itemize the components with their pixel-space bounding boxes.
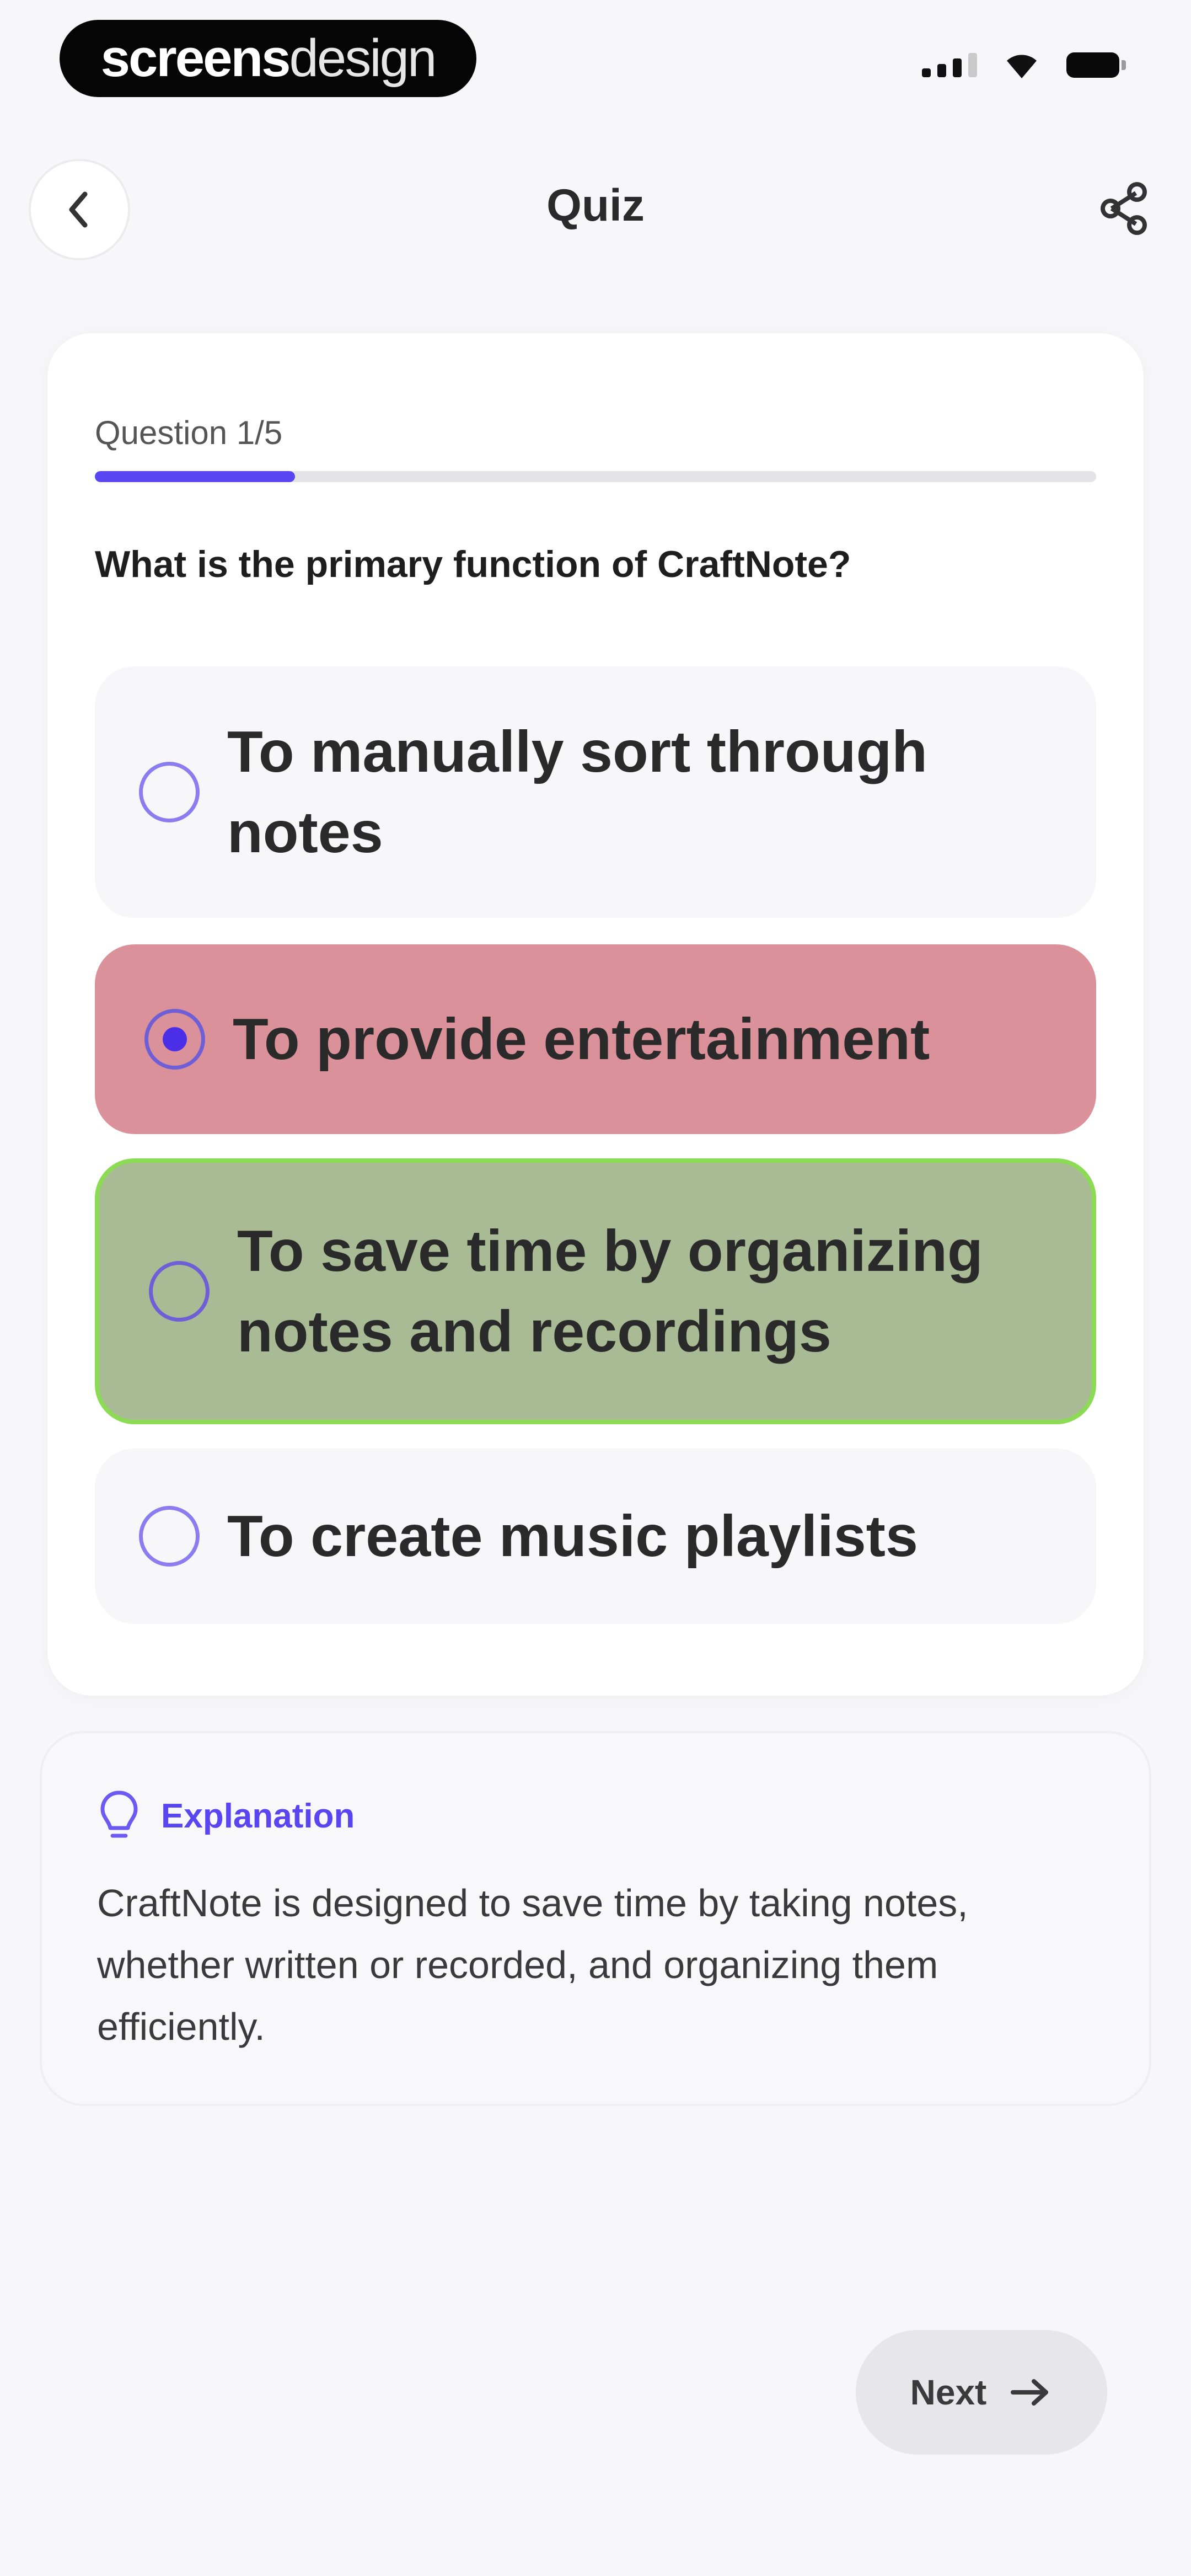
- radio-button-icon[interactable]: [149, 1261, 210, 1322]
- quiz-card: Question 1/5 What is the primary functio…: [47, 333, 1144, 1696]
- answer-option-1[interactable]: To manually sort through notes: [95, 666, 1096, 918]
- brand-logo-light: design: [289, 29, 437, 88]
- explanation-card: Explanation CraftNote is designed to sav…: [40, 1731, 1151, 2106]
- next-button[interactable]: Next: [856, 2330, 1107, 2455]
- arrow-right-icon: [1011, 2379, 1049, 2406]
- next-button-label: Next: [910, 2372, 987, 2412]
- nav-bar: Quiz: [0, 149, 1191, 270]
- wifi-icon: [1007, 55, 1037, 78]
- cellular-signal-icon: [922, 53, 977, 77]
- answer-option-label: To save time by organizing notes and rec…: [237, 1218, 983, 1364]
- share-icon: [1101, 182, 1147, 235]
- question-text: What is the primary function of CraftNot…: [95, 543, 851, 585]
- radio-button-selected-icon[interactable]: [144, 1009, 205, 1070]
- lightbulb-icon: [100, 1791, 138, 1838]
- brand-logo-bold: screens: [100, 29, 291, 88]
- answer-option-label: To manually sort through notes: [227, 719, 928, 865]
- page-title: Quiz: [546, 180, 645, 231]
- answer-option-4[interactable]: To create music playlists: [95, 1449, 1096, 1624]
- answer-option-label: To provide entertainment: [233, 1007, 930, 1072]
- question-counter: Question 1/5: [95, 414, 283, 451]
- answer-option-2[interactable]: To provide entertainment: [95, 944, 1096, 1134]
- status-bar: screens design: [0, 0, 1191, 121]
- radio-button-icon[interactable]: [139, 1506, 200, 1567]
- share-button[interactable]: [1085, 170, 1162, 247]
- explanation-text: CraftNote is designed to save time by ta…: [97, 1882, 968, 2048]
- answer-option-label: To create music playlists: [227, 1504, 918, 1569]
- progress-bar-fill: [95, 471, 296, 482]
- explanation-title: Explanation: [161, 1797, 355, 1835]
- battery-icon: [1066, 52, 1126, 78]
- progress-bar: [95, 471, 1096, 482]
- explanation-header: Explanation: [97, 1788, 355, 1843]
- brand-logo: screens design: [60, 20, 476, 97]
- status-icons: [922, 51, 1126, 79]
- answer-option-3[interactable]: To save time by organizing notes and rec…: [95, 1158, 1096, 1424]
- radio-button-icon[interactable]: [139, 762, 200, 822]
